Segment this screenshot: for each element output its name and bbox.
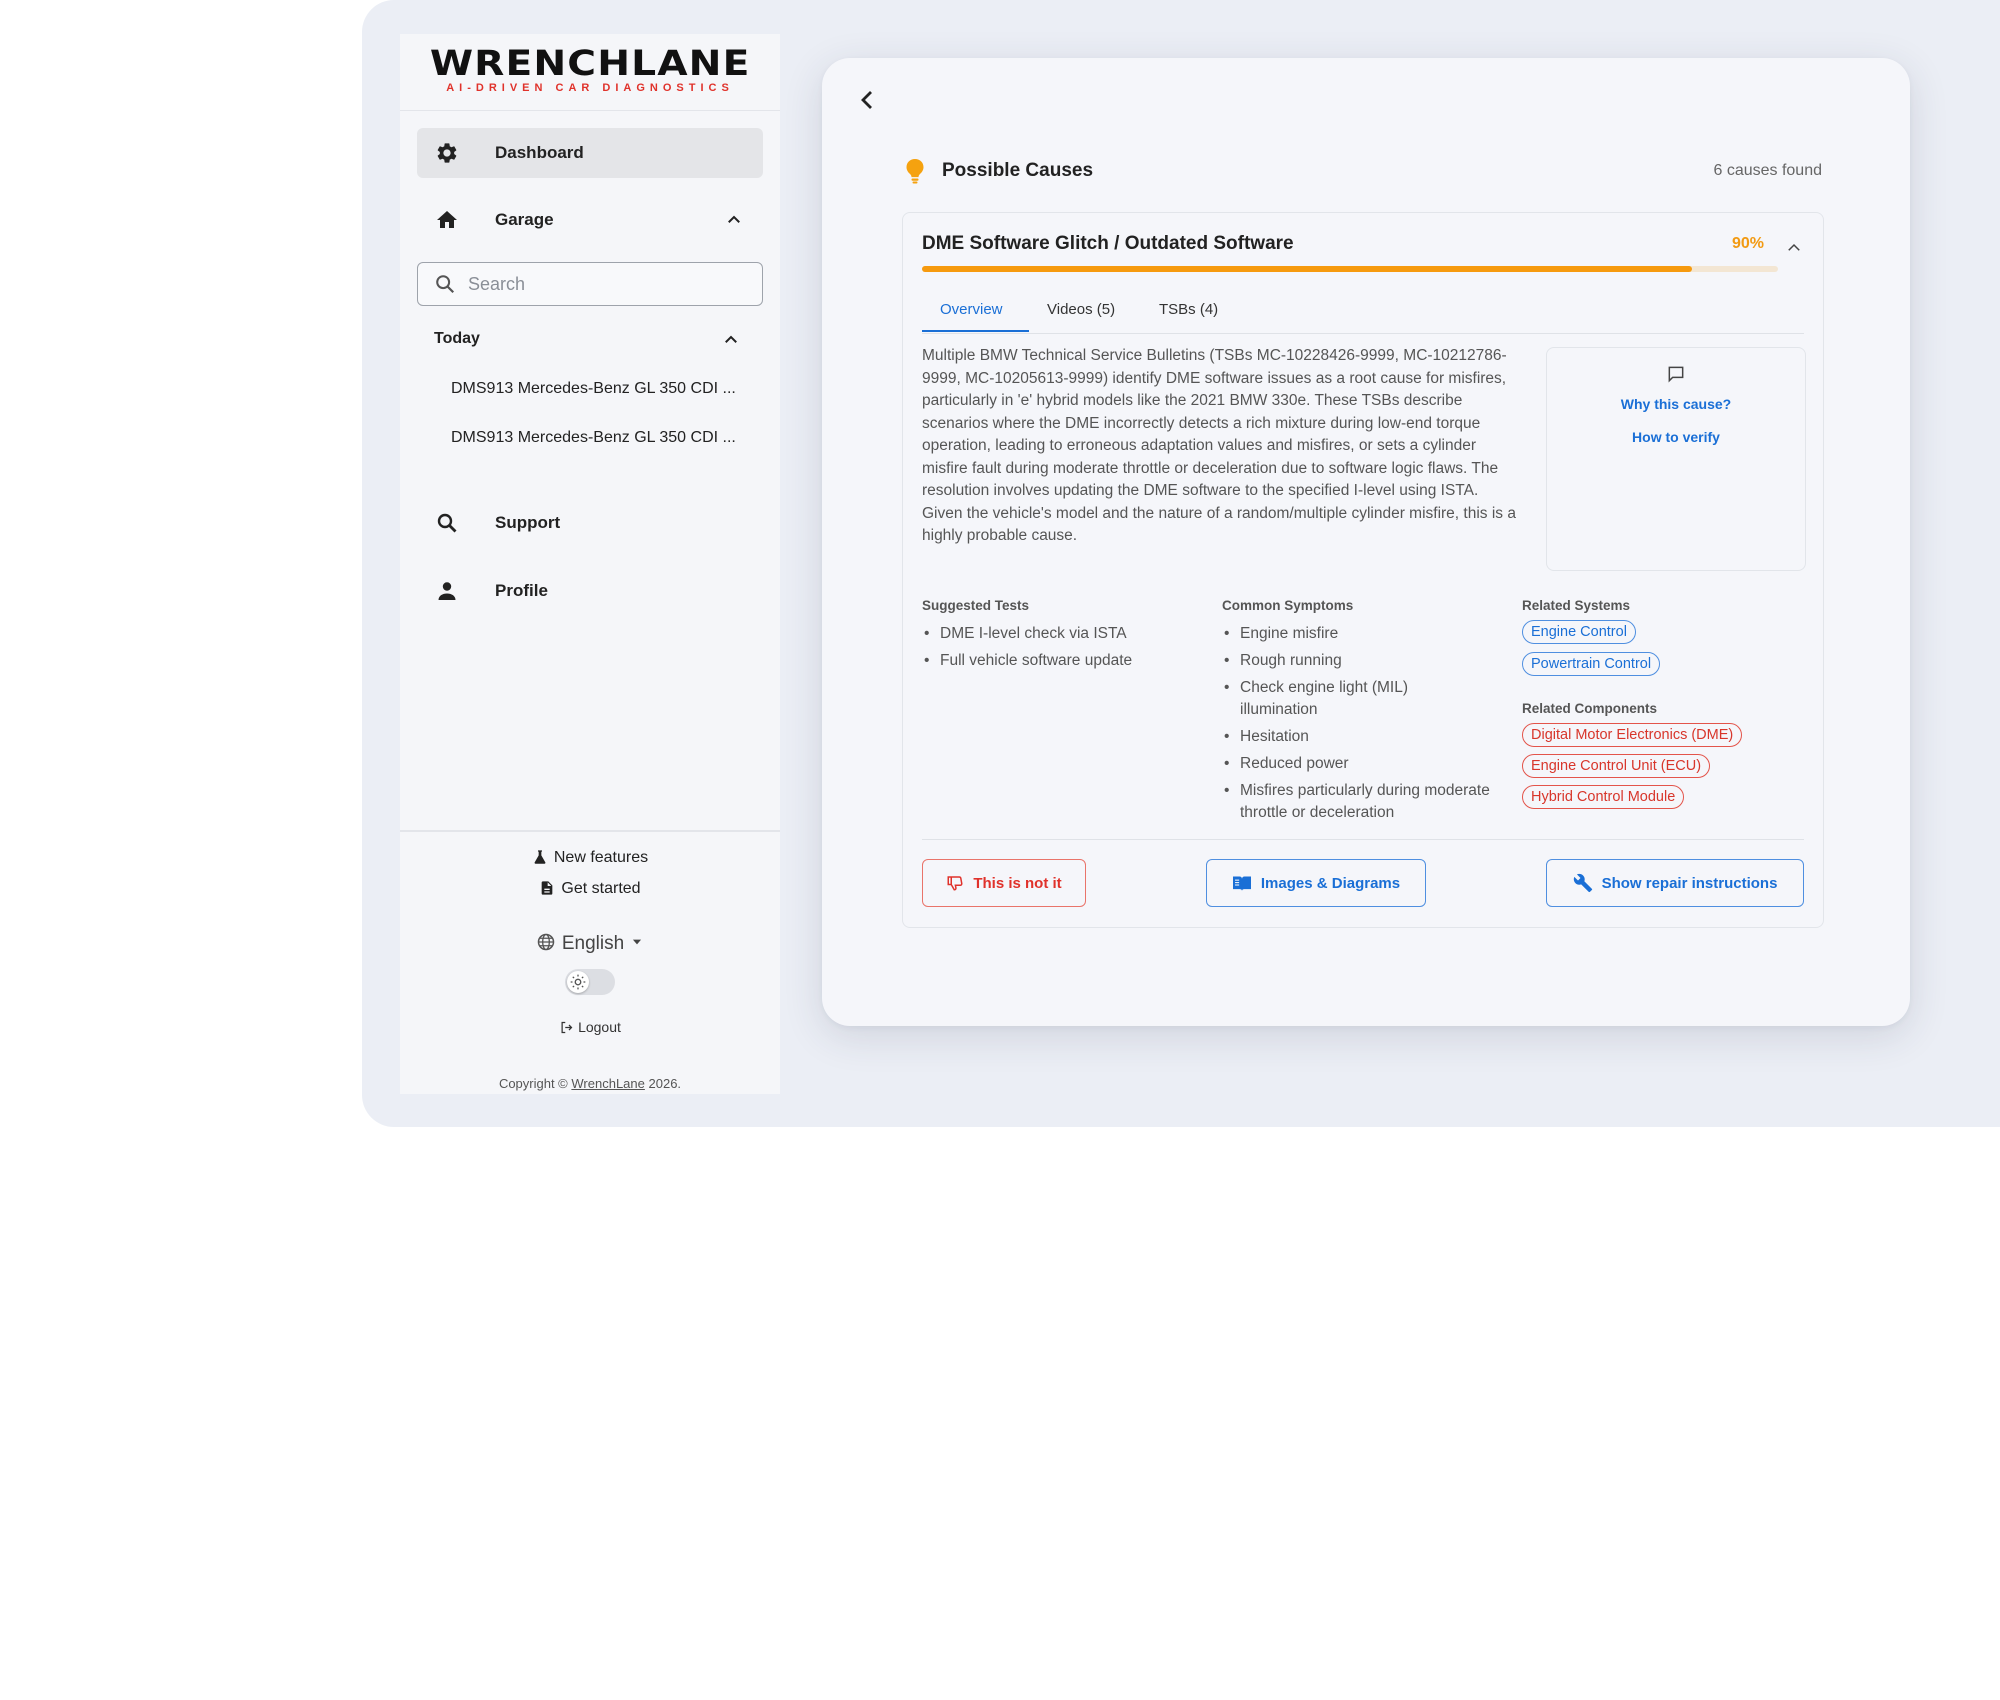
component-chip-hybrid-module[interactable]: Hybrid Control Module [1522,785,1685,809]
component-chip-ecu[interactable]: Engine Control Unit (ECU) [1522,754,1711,778]
new-features-label: New features [553,849,649,866]
new-features-link[interactable]: New features [400,849,780,867]
cause-tabs: Overview Videos (5) TSBs (4) [922,295,1804,334]
logout-label: Logout [578,1019,621,1035]
chat-bubble-icon [1668,366,1684,383]
card-divider [922,839,1804,840]
nav-garage-label: Garage [495,210,554,229]
cause-card: DME Software Glitch / Outdated Software … [902,212,1824,928]
back-chevron-icon[interactable] [856,88,880,112]
lightbulb-icon [906,159,924,184]
related-systems-heading: Related Systems [1522,598,1631,613]
history-item[interactable]: DMS913 Mercedes-Benz GL 350 CDI ... [451,380,736,398]
home-icon [437,211,457,228]
component-chip-dme[interactable]: Digital Motor Electronics (DME) [1522,723,1743,747]
theme-toggle[interactable] [565,969,615,995]
get-started-link[interactable]: Get started [400,880,780,898]
list-item: DME I-level check via ISTA [922,623,1212,645]
logout-button[interactable]: Logout [400,1019,780,1035]
chevron-up-icon[interactable] [722,331,740,349]
list-item: Misfires particularly during moderate th… [1222,780,1512,824]
theme-toggle-knob [567,971,589,993]
nav-support-label: Support [495,513,561,532]
language-selector[interactable]: English [400,932,780,955]
system-chip-engine-control[interactable]: Engine Control [1522,620,1636,644]
images-diagrams-button[interactable]: Images & Diagrams [1206,859,1426,907]
search-icon [436,275,455,294]
copyright-link[interactable]: WrenchLane [571,1076,644,1091]
cause-title[interactable]: DME Software Glitch / Outdated Software [922,233,1294,255]
chevron-up-icon[interactable] [725,211,743,229]
nav-dashboard-label: Dashboard [495,143,584,162]
common-symptoms-heading: Common Symptoms [1222,598,1354,613]
nav-support[interactable]: Support [417,498,763,548]
causes-count: 6 causes found [1713,162,1822,179]
flask-icon [534,850,546,864]
search-icon [437,513,457,533]
nav-profile-label: Profile [495,581,548,600]
sidebar: WRENCHLANE AI-DRIVEN CAR DIAGNOSTICS Das… [400,34,780,1094]
list-item: Full vehicle software update [922,650,1212,672]
why-this-cause-link[interactable]: Why this cause? [1547,396,1805,412]
cause-description: Multiple BMW Technical Service Bulletins… [922,347,1516,544]
tab-overview[interactable]: Overview [940,301,1003,318]
book-icon [1232,876,1251,892]
related-components-heading: Related Components [1522,701,1658,716]
tab-videos[interactable]: Videos (5) [1047,301,1115,318]
person-icon [438,582,456,600]
list-item: Engine misfire [1222,623,1512,645]
not-it-label: This is not it [973,874,1062,892]
list-item: Reduced power [1222,753,1512,775]
suggested-tests-list: DME I-level check via ISTA Full vehicle … [922,623,1212,677]
probability-bar [922,266,1778,272]
logo-wordmark: WRENCHLANE [429,44,751,84]
nav-profile[interactable]: Profile [417,566,763,616]
logo[interactable]: WRENCHLANE AI-DRIVEN CAR DIAGNOSTICS [400,34,780,111]
gear-icon [437,143,457,163]
logout-icon [561,1021,573,1034]
search-field[interactable] [417,262,763,306]
panel-title: Possible Causes [942,160,1094,181]
chevron-up-icon[interactable] [1785,239,1803,257]
caret-down-icon [633,939,642,945]
how-to-verify-link[interactable]: How to verify [1547,429,1805,445]
nav-dashboard[interactable]: Dashboard [417,128,763,178]
language-label: English [561,933,625,954]
list-item: Check engine light (MIL) illumination [1222,677,1450,721]
repair-instructions-button[interactable]: Show repair instructions [1546,859,1804,907]
list-item: Rough running [1222,650,1512,672]
document-icon [542,881,553,895]
tab-tsbs[interactable]: TSBs (4) [1159,301,1218,318]
symptoms-list: Engine misfire Rough running Check engin… [1222,623,1512,829]
possible-causes-panel: Possible Causes 6 causes found DME Softw… [822,58,1910,1026]
globe-icon [537,933,555,951]
nav-garage[interactable]: Garage [417,195,763,245]
repair-instructions-label: Show repair instructions [1601,874,1778,892]
thumbs-down-icon [947,876,963,891]
cause-probability: 90% [1732,235,1765,252]
copyright: Copyright © WrenchLane 2026. [498,1076,682,1091]
search-input[interactable] [466,269,750,299]
history-group-today: Today [434,330,480,347]
system-chip-powertrain-control[interactable]: Powertrain Control [1522,652,1661,676]
probability-bar-fill [922,266,1693,272]
get-started-label: Get started [561,880,641,897]
sidebar-divider [400,830,780,832]
why-box: Why this cause? How to verify [1546,347,1806,571]
list-item: Hesitation [1222,726,1512,748]
active-tab-indicator [922,330,1029,332]
images-diagrams-label: Images & Diagrams [1260,874,1401,892]
history-item[interactable]: DMS913 Mercedes-Benz GL 350 CDI ... [451,429,736,447]
wrench-icon [1573,873,1592,893]
suggested-tests-heading: Suggested Tests [922,598,1030,613]
sun-icon [570,974,586,990]
not-it-button[interactable]: This is not it [922,859,1086,907]
